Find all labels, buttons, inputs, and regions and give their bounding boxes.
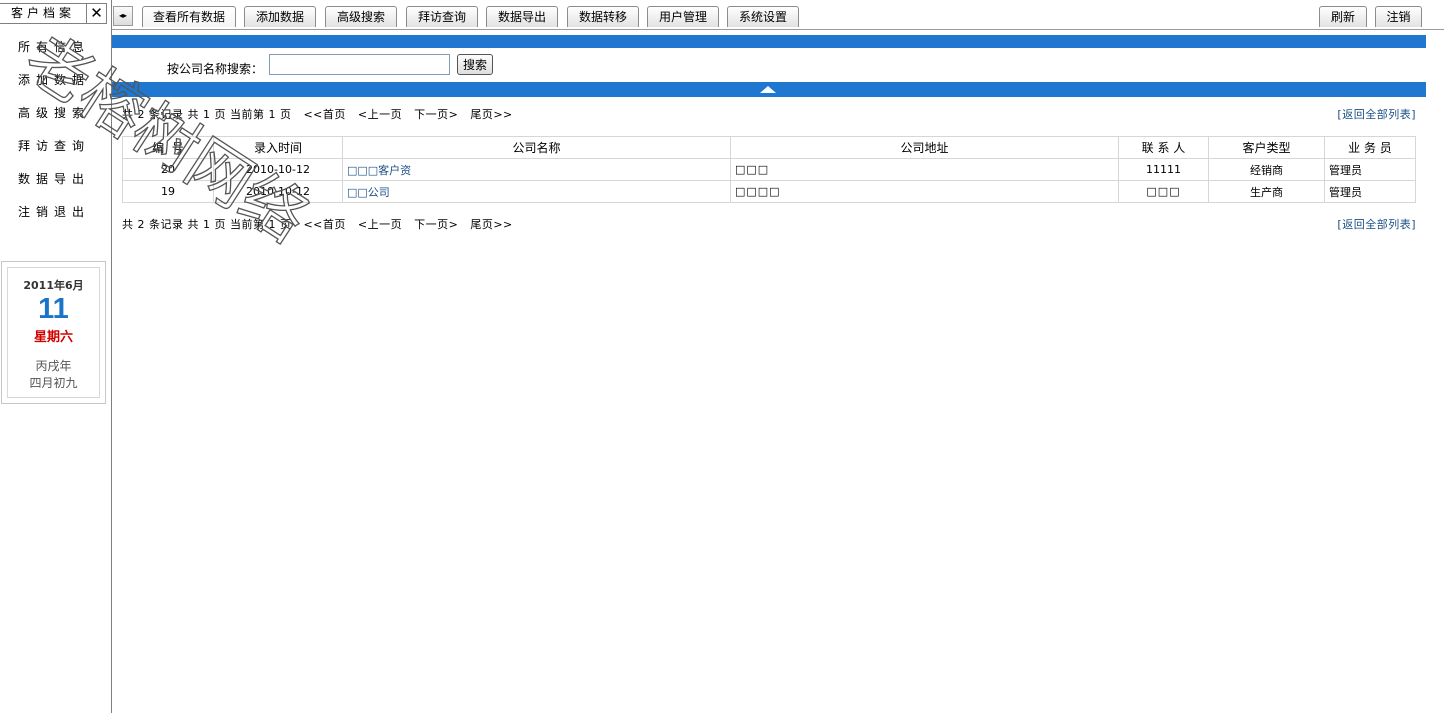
pager-prev-link[interactable]: <上一页 [358, 108, 402, 121]
pager-first-link[interactable]: <<首页 [303, 108, 345, 121]
tab-advanced-search[interactable]: 高级搜索 [325, 6, 397, 27]
cell-salesperson: 管理员 [1324, 180, 1416, 203]
back-to-all-link[interactable]: [返回全部列表] [1337, 106, 1416, 122]
tab-data-transfer[interactable]: 数据转移 [567, 6, 639, 27]
search-button[interactable]: 搜索 [457, 54, 493, 75]
sidebar-item-add-data[interactable]: 添加数据 [0, 69, 110, 102]
cell-company-address: □□□□ [730, 180, 1119, 203]
sidebar-item-advanced-search[interactable]: 高级搜索 [0, 102, 110, 135]
pager-top: 共 2 条记录 共 1 页 当前第 1 页 <<首页 <上一页 下一页> 尾页>… [122, 106, 1416, 122]
pager-next-link[interactable]: 下一页> [414, 108, 458, 121]
search-row: 按公司名称搜索： 搜索 [112, 52, 1426, 80]
calendar-lunar-day: 四月初九 [29, 376, 78, 390]
sidebar-toggle-icon[interactable]: ◂▸ [113, 6, 133, 26]
calendar-day: 11 [38, 293, 69, 325]
close-icon[interactable]: ✕ [87, 4, 106, 23]
col-header-customer-type: 客户类型 [1208, 136, 1325, 159]
pager-summary: 共 2 条记录 共 1 页 当前第 1 页 [122, 108, 292, 121]
search-label: 按公司名称搜索： [167, 62, 264, 76]
calendar-inner: 2011年6月 11 星期六 丙戌年 四月初九 [7, 267, 100, 398]
header-bar [112, 35, 1426, 48]
pager-next-link[interactable]: 下一页> [414, 218, 458, 231]
logout-button[interactable]: 注销 [1375, 6, 1422, 27]
sidebar-title: 客户档案 [0, 4, 87, 23]
cell-entry-time: 2010-10-12 [213, 180, 343, 203]
col-header-entry-time: 录入时间 [213, 136, 343, 159]
calendar-year-month: 2011年6月 [23, 279, 84, 292]
col-header-company-address: 公司地址 [730, 136, 1119, 159]
tab-data-export[interactable]: 数据导出 [486, 6, 558, 27]
pager-summary: 共 2 条记录 共 1 页 当前第 1 页 [122, 218, 292, 231]
search-input[interactable] [269, 54, 450, 75]
cell-salesperson: 管理员 [1324, 158, 1416, 181]
table-header-row: 编 号 录入时间 公司名称 公司地址 联 系 人 客户类型 业 务 员 [122, 136, 1416, 159]
collapse-bar [112, 82, 1426, 97]
cell-company-name-link[interactable]: □□公司 [342, 180, 731, 203]
cell-company-name-link[interactable]: □□□客户资 [342, 158, 731, 181]
pager-bottom: 共 2 条记录 共 1 页 当前第 1 页 <<首页 <上一页 下一页> 尾页>… [122, 216, 1416, 232]
cell-entry-time: 2010-10-12 [213, 158, 343, 181]
calendar-weekday: 星期六 [33, 330, 73, 345]
sidebar-item-visit-query[interactable]: 拜访查询 [0, 135, 110, 168]
table-row: 19 2010-10-12 □□公司 □□□□ □□□ 生产商 管理员 [122, 180, 1416, 203]
cell-contact: 11111 [1118, 158, 1209, 181]
refresh-button[interactable]: 刷新 [1319, 6, 1367, 27]
tab-visit-query[interactable]: 拜访查询 [406, 6, 478, 27]
pager-prev-link[interactable]: <上一页 [358, 218, 402, 231]
col-header-id: 编 号 [122, 136, 214, 159]
col-header-contact: 联 系 人 [1118, 136, 1209, 159]
cell-company-address: □□□ [730, 158, 1119, 181]
collapse-arrow-icon[interactable] [760, 86, 776, 93]
pager-last-link[interactable]: 尾页>> [470, 108, 512, 121]
calendar-lunar-year: 丙戌年 [35, 359, 72, 373]
tab-add-data[interactable]: 添加数据 [244, 6, 316, 27]
sidebar-item-data-export[interactable]: 数据导出 [0, 168, 110, 201]
tab-view-all-data[interactable]: 查看所有数据 [142, 6, 236, 27]
cell-customer-type: 经销商 [1208, 158, 1325, 181]
sidebar: 客户档案 ✕ 所有信息 添加数据 高级搜索 拜访查询 数据导出 注销退出 201… [0, 0, 112, 713]
top-toolbar: ◂▸ 查看所有数据 添加数据 高级搜索 拜访查询 数据导出 数据转移 用户管理 … [112, 0, 1444, 30]
customer-table: 编 号 录入时间 公司名称 公司地址 联 系 人 客户类型 业 务 员 20 2… [122, 136, 1416, 203]
pager-first-link[interactable]: <<首页 [303, 218, 345, 231]
cell-id: 20 [122, 158, 214, 181]
pager-last-link[interactable]: 尾页>> [470, 218, 512, 231]
table-row: 20 2010-10-12 □□□客户资 □□□ 11111 经销商 管理员 [122, 158, 1416, 181]
calendar-widget: 2011年6月 11 星期六 丙戌年 四月初九 [1, 261, 106, 404]
tab-user-management[interactable]: 用户管理 [647, 6, 719, 27]
cell-customer-type: 生产商 [1208, 180, 1325, 203]
col-header-company-name: 公司名称 [342, 136, 731, 159]
sidebar-item-all-info[interactable]: 所有信息 [0, 36, 110, 69]
cell-id: 19 [122, 180, 214, 203]
col-header-salesperson: 业 务 员 [1324, 136, 1416, 159]
tab-system-settings[interactable]: 系统设置 [727, 6, 799, 27]
sidebar-header: 客户档案 ✕ [0, 3, 107, 24]
back-to-all-link[interactable]: [返回全部列表] [1337, 216, 1416, 232]
cell-contact: □□□ [1118, 180, 1209, 203]
sidebar-item-logout[interactable]: 注销退出 [0, 201, 110, 234]
sidebar-menu: 所有信息 添加数据 高级搜索 拜访查询 数据导出 注销退出 [0, 36, 110, 234]
